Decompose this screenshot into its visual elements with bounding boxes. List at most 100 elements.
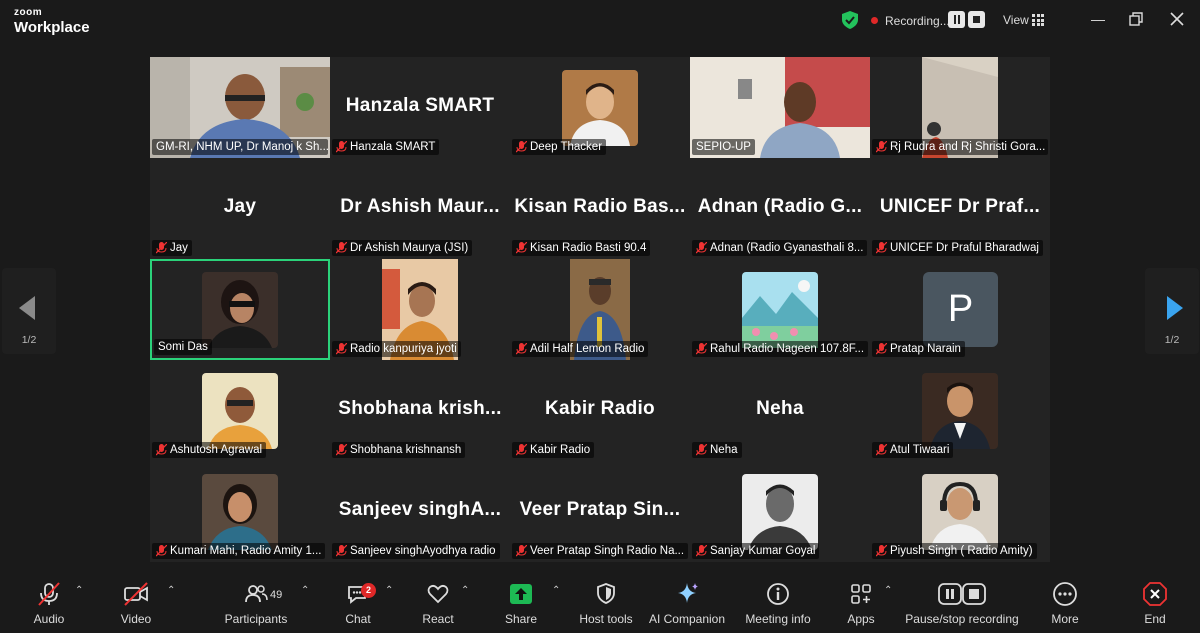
top-bar: zoom Workplace Recording... View — bbox=[0, 0, 1200, 42]
participant-tile[interactable]: SEPIO-UP bbox=[690, 57, 870, 158]
participant-display-name: UNICEF Dr Praf... bbox=[879, 196, 1041, 217]
participant-name-label: UNICEF Dr Praful Bharadwaj bbox=[872, 240, 1043, 256]
participant-tile[interactable]: Kisan Radio Bas... Kisan Radio Basti 90.… bbox=[510, 158, 690, 259]
participant-tile[interactable]: Ashutosh Agrawal bbox=[150, 360, 330, 461]
mic-muted-icon bbox=[516, 343, 527, 355]
host-tools-button[interactable]: Host tools bbox=[576, 579, 636, 626]
participant-display-name: Hanzala SMART bbox=[345, 95, 495, 116]
participant-photo bbox=[562, 70, 638, 146]
participant-tile[interactable]: GM-RI, NHM UP, Dr Manoj k Sh... bbox=[150, 57, 330, 158]
recording-dot-icon bbox=[871, 17, 878, 24]
mic-muted-icon bbox=[876, 242, 887, 254]
participant-name-label: Somi Das bbox=[154, 339, 212, 355]
participants-button[interactable]: Participants bbox=[220, 579, 292, 626]
participant-name-label: Neha bbox=[692, 442, 742, 458]
mic-muted-icon bbox=[156, 242, 167, 254]
participant-photo bbox=[202, 373, 278, 449]
audio-button[interactable]: Audio bbox=[22, 579, 76, 626]
participant-tile[interactable]: P Pratap Narain bbox=[870, 259, 1050, 360]
shield-icon bbox=[597, 583, 615, 604]
participant-tile[interactable]: Hanzala SMART Hanzala SMART bbox=[330, 57, 510, 158]
ai-companion-button[interactable]: AI Companion bbox=[646, 579, 728, 626]
end-meeting-button[interactable]: End bbox=[1134, 579, 1176, 626]
active-speaker-tile[interactable]: Somi Das bbox=[150, 259, 330, 360]
apps-options-caret[interactable]: ⌃ bbox=[884, 586, 892, 596]
arrow-right-icon bbox=[1167, 296, 1183, 320]
participant-tile[interactable]: Dr Ashish Maur... Dr Ashish Maurya (JSI) bbox=[330, 158, 510, 259]
participant-name-label: Kumari Mahi, Radio Amity 1... bbox=[152, 543, 326, 559]
ai-companion-label: AI Companion bbox=[648, 612, 726, 626]
react-button[interactable]: React bbox=[417, 579, 459, 626]
video-label: Video bbox=[120, 612, 152, 626]
minimize-icon[interactable]: — bbox=[1089, 10, 1107, 28]
previous-page-button[interactable]: 1/2 bbox=[2, 268, 56, 354]
view-button[interactable]: View bbox=[1003, 13, 1029, 27]
participant-tile[interactable]: Rj Rudra and Rj Shristi Gora... bbox=[870, 57, 1050, 158]
pause-recording-button[interactable] bbox=[948, 11, 965, 28]
participant-tile[interactable]: Sanjay Kumar Goyal bbox=[690, 461, 870, 562]
restore-icon[interactable] bbox=[1127, 10, 1145, 28]
meeting-info-button[interactable]: Meeting info bbox=[740, 579, 816, 626]
participant-tile[interactable]: UNICEF Dr Praf... UNICEF Dr Praful Bhara… bbox=[870, 158, 1050, 259]
pause-stop-recording-button[interactable]: Pause/stop recording bbox=[904, 579, 1020, 626]
participant-tile[interactable]: Adil Half Lemon Radio bbox=[510, 259, 690, 360]
participant-display-name: Shobhana krish... bbox=[338, 398, 502, 419]
participant-tile[interactable]: Piyush Singh ( Radio Amity) bbox=[870, 461, 1050, 562]
close-icon[interactable] bbox=[1168, 10, 1186, 28]
chat-options-caret[interactable]: ⌃ bbox=[385, 586, 393, 596]
participant-tile[interactable]: Sanjeev singhA... Sanjeev singhAyodhya r… bbox=[330, 461, 510, 562]
mic-muted-icon bbox=[156, 444, 167, 456]
share-button[interactable]: Share bbox=[500, 579, 542, 626]
participant-tile[interactable]: Rahul Radio Nageen 107.8F... bbox=[690, 259, 870, 360]
participant-photo bbox=[742, 474, 818, 550]
participant-name-label: GM-RI, NHM UP, Dr Manoj k Sh... bbox=[152, 139, 328, 155]
meeting-info-label: Meeting info bbox=[745, 612, 811, 626]
end-label: End bbox=[1144, 612, 1166, 626]
participant-name-label: Adil Half Lemon Radio bbox=[512, 341, 649, 357]
apps-button[interactable]: Apps bbox=[840, 579, 882, 626]
react-label: React bbox=[422, 612, 454, 626]
participant-name-label: Adnan (Radio Gyanasthali 8... bbox=[692, 240, 868, 256]
mic-muted-icon bbox=[876, 545, 887, 557]
participant-tile[interactable]: Deep Thacker bbox=[510, 57, 690, 158]
share-screen-icon bbox=[510, 584, 532, 604]
participant-tile[interactable]: Jay Jay bbox=[150, 158, 330, 259]
participant-tile[interactable]: Veer Pratap Sin... Veer Pratap Singh Rad… bbox=[510, 461, 690, 562]
participant-tile[interactable]: Radio kanpuriya jyoti bbox=[330, 259, 510, 360]
video-button[interactable]: Video bbox=[108, 579, 164, 626]
participant-name-label: SEPIO-UP bbox=[692, 139, 755, 155]
stop-recording-button[interactable] bbox=[968, 11, 985, 28]
participant-tile[interactable]: Kabir Radio Kabir Radio bbox=[510, 360, 690, 461]
participant-tile[interactable]: Atul Tiwaari bbox=[870, 360, 1050, 461]
more-button[interactable]: More bbox=[1043, 579, 1087, 626]
audio-options-caret[interactable]: ⌃ bbox=[75, 586, 83, 596]
mic-muted-icon bbox=[336, 444, 347, 456]
participant-name-label: Veer Pratap Singh Radio Na... bbox=[512, 543, 688, 559]
participant-display-name: Veer Pratap Sin... bbox=[519, 499, 681, 520]
mic-muted-icon bbox=[516, 242, 527, 254]
security-shield-icon[interactable] bbox=[842, 11, 858, 29]
video-options-caret[interactable]: ⌃ bbox=[167, 586, 175, 596]
grid-icon[interactable] bbox=[1032, 14, 1044, 26]
mic-muted-icon bbox=[696, 343, 707, 355]
video-gallery: GM-RI, NHM UP, Dr Manoj k Sh... Hanzala … bbox=[150, 57, 1050, 562]
participant-tile[interactable]: Neha Neha bbox=[690, 360, 870, 461]
participant-display-name: Adnan (Radio G... bbox=[697, 196, 863, 217]
participant-tile[interactable]: Shobhana krish... Shobhana krishnansh bbox=[330, 360, 510, 461]
mic-muted-icon bbox=[336, 343, 347, 355]
participant-photo bbox=[202, 474, 278, 550]
apps-label: Apps bbox=[847, 612, 875, 626]
mic-muted-icon bbox=[336, 141, 347, 153]
chat-unread-badge: 2 bbox=[361, 583, 376, 598]
participants-options-caret[interactable]: ⌃ bbox=[301, 586, 309, 596]
mic-muted-icon bbox=[336, 242, 347, 254]
participant-tile[interactable]: Adnan (Radio G... Adnan (Radio Gyanastha… bbox=[690, 158, 870, 259]
mic-muted-icon bbox=[876, 141, 887, 153]
participant-display-name: Kabir Radio bbox=[545, 398, 655, 419]
participant-tile[interactable]: Kumari Mahi, Radio Amity 1... bbox=[150, 461, 330, 562]
info-icon bbox=[767, 583, 789, 605]
more-label: More bbox=[1051, 612, 1079, 626]
react-options-caret[interactable]: ⌃ bbox=[461, 586, 469, 596]
next-page-button[interactable]: 1/2 bbox=[1145, 268, 1199, 354]
share-options-caret[interactable]: ⌃ bbox=[552, 586, 560, 596]
